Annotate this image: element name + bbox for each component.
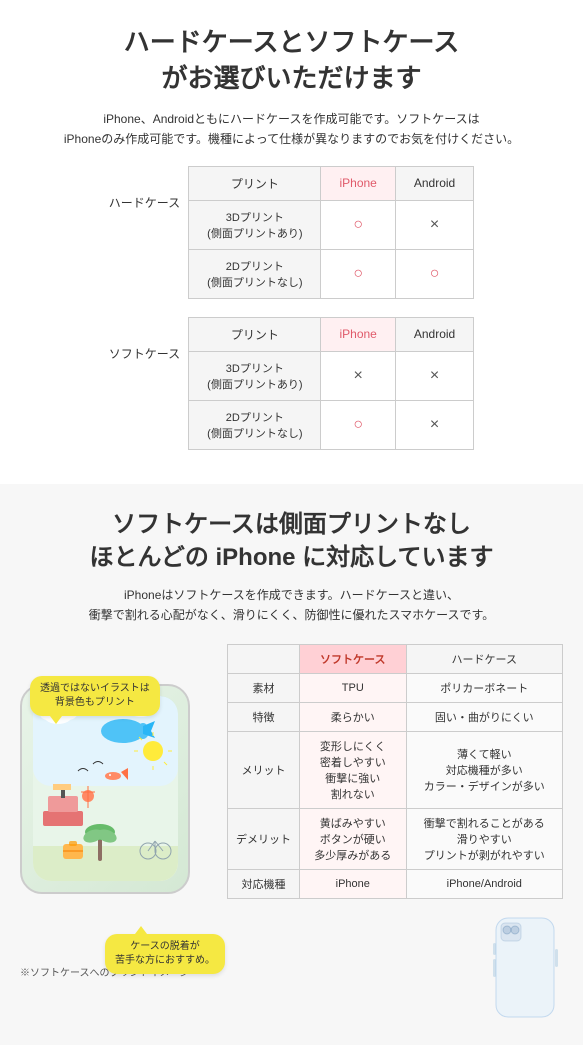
table-row: 3Dプリント(側面プリントあり) × ×: [189, 351, 474, 400]
phone-screen: [33, 696, 178, 881]
col-soft-header: ソフトケース: [300, 644, 407, 673]
hard-iphone-3d: ○: [321, 200, 395, 249]
row-label: 2Dプリント(側面プリントなし): [189, 400, 321, 449]
section2-description: iPhoneはソフトケースを作成できます。ハードケースと違い、 衝撃で割れる心配…: [20, 585, 563, 626]
col-hard-header: ハードケース: [406, 644, 562, 673]
table-row: 対応機種 iPhone iPhone/Android: [228, 869, 563, 898]
soft-merit: 変形しにくく密着しやすい衝撃に強い割れない: [300, 731, 407, 808]
col-android-hard: Android: [395, 166, 473, 200]
speech-bubble-bottom: ケースの脱着が苦手な方におすすめ。: [105, 934, 225, 974]
row-label-material: 素材: [228, 673, 300, 702]
table-row: デメリット 黄ばみやすいボタンが硬い多少厚みがある 衝撃で割れることがある滑りや…: [228, 808, 563, 869]
table-row: メリット 変形しにくく密着しやすい衝撃に強い割れない 薄くて軽い対応機種が多いカ…: [228, 731, 563, 808]
phone-art: [33, 696, 178, 881]
soft-case-table: プリント iPhone Android 3Dプリント(側面プリントあり) × ×…: [188, 317, 474, 450]
section2: ソフトケースは側面プリントなしほとんどの iPhone に対応しています iPh…: [0, 484, 583, 1045]
row-label-merit: メリット: [228, 731, 300, 808]
table-row: 特徴 柔らかい 固い・曲がりにくい: [228, 702, 563, 731]
row-label: 2Dプリント(側面プリントなし): [189, 249, 321, 298]
compare-table: ソフトケース ハードケース 素材 TPU ポリカーボネート 特徴 柔らかい 固い…: [227, 644, 563, 899]
case-svg: [493, 915, 558, 1020]
soft-android-3d: ×: [395, 351, 473, 400]
col-empty: [228, 644, 300, 673]
soft-iphone-3d: ×: [321, 351, 395, 400]
compare-table-area: ソフトケース ハードケース 素材 TPU ポリカーボネート 特徴 柔らかい 固い…: [227, 644, 563, 1025]
hard-feature: 固い・曲がりにくい: [406, 702, 562, 731]
soft-model: iPhone: [300, 869, 407, 898]
col-iphone-hard: iPhone: [321, 166, 395, 200]
table-row: 素材 TPU ポリカーボネート: [228, 673, 563, 702]
hard-merit: 薄くて軽い対応機種が多いカラー・デザインが多い: [406, 731, 562, 808]
col-print-soft: プリント: [189, 317, 321, 351]
row-label: 3Dプリント(側面プリントあり): [189, 200, 321, 249]
section2-content: 透過ではないイラストは背景色もプリント: [20, 644, 563, 1025]
hard-material: ポリカーボネート: [406, 673, 562, 702]
col-android-soft: Android: [395, 317, 473, 351]
soft-case-label: ソフトケース: [109, 317, 188, 362]
speech-bubble-top: 透過ではないイラストは背景色もプリント: [30, 676, 160, 716]
soft-case-visual: [493, 915, 563, 1025]
hard-demerit: 衝撃で割れることがある滑りやすいプリントが剥がれやすい: [406, 808, 562, 869]
phone-area: 透過ではないイラストは背景色もプリント: [20, 644, 215, 979]
section2-title: ソフトケースは側面プリントなしほとんどの iPhone に対応しています: [20, 508, 563, 575]
col-print: プリント: [189, 166, 321, 200]
hard-model: iPhone/Android: [406, 869, 562, 898]
row-label-demerit: デメリット: [228, 808, 300, 869]
section1-description: iPhone、Androidともにハードケースを作成可能です。ソフトケースは i…: [20, 109, 563, 150]
hard-case-label: ハードケース: [109, 166, 188, 211]
soft-case-table-wrapper: ソフトケース プリント iPhone Android 3Dプリント(側面プリント…: [20, 317, 563, 450]
table-row: 3Dプリント(側面プリントあり) ○ ×: [189, 200, 474, 249]
row-label-model: 対応機種: [228, 869, 300, 898]
soft-material: TPU: [300, 673, 407, 702]
row-label-feature: 特徴: [228, 702, 300, 731]
soft-android-2d: ×: [395, 400, 473, 449]
table-row: 2Dプリント(側面プリントなし) ○ ×: [189, 400, 474, 449]
soft-feature: 柔らかい: [300, 702, 407, 731]
soft-iphone-2d: ○: [321, 400, 395, 449]
hard-case-table-wrapper: ハードケース プリント iPhone Android 3Dプリント(側面プリント…: [20, 166, 563, 299]
section1-title: ハードケースとソフトケースがお選びいただけます: [20, 24, 563, 97]
section1: ハードケースとソフトケースがお選びいただけます iPhone、Androidとも…: [0, 0, 583, 484]
hard-android-3d: ×: [395, 200, 473, 249]
row-label: 3Dプリント(側面プリントあり): [189, 351, 321, 400]
hard-case-table: プリント iPhone Android 3Dプリント(側面プリントあり) ○ ×…: [188, 166, 474, 299]
col-iphone-soft: iPhone: [321, 317, 395, 351]
hard-android-2d: ○: [395, 249, 473, 298]
soft-demerit: 黄ばみやすいボタンが硬い多少厚みがある: [300, 808, 407, 869]
hard-iphone-2d: ○: [321, 249, 395, 298]
table-row: 2Dプリント(側面プリントなし) ○ ○: [189, 249, 474, 298]
